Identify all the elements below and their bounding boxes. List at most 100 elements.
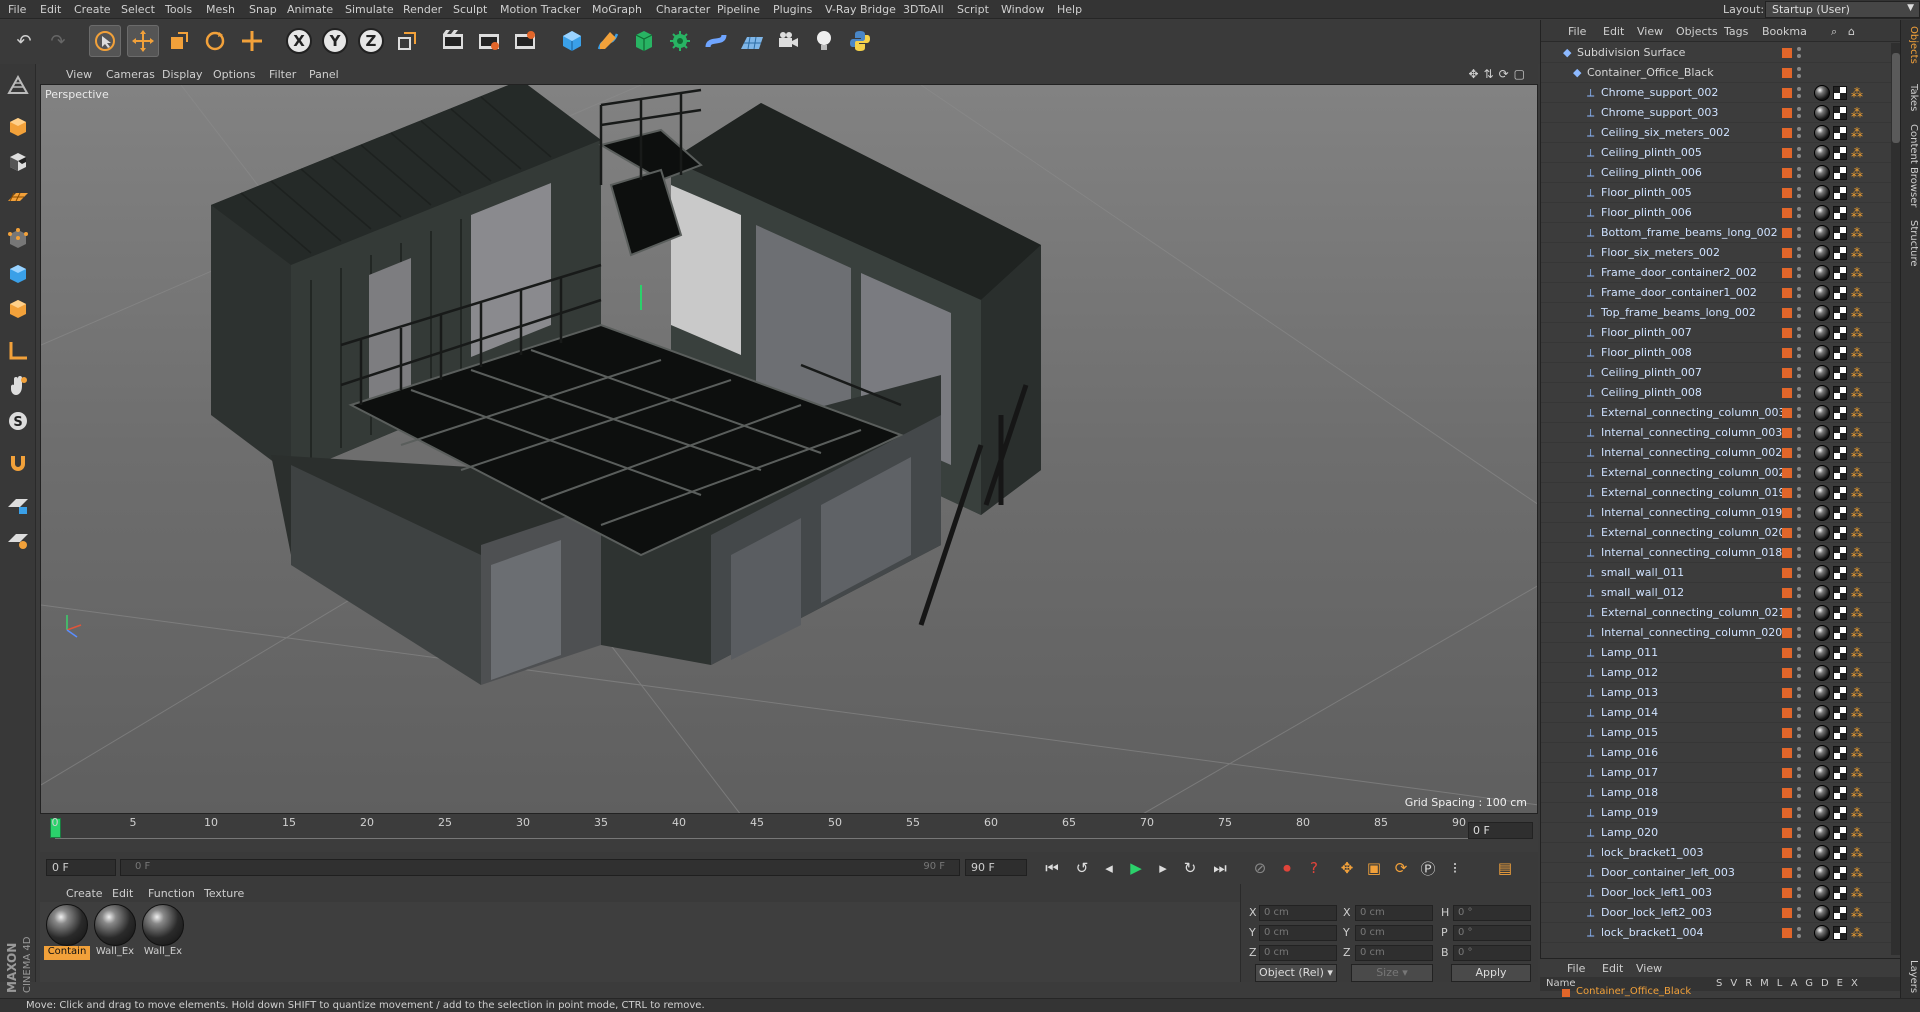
phong-tag-icon[interactable]: ⁂ bbox=[1851, 266, 1865, 280]
frame-range-slider[interactable]: 0 F 90 F bbox=[120, 859, 960, 876]
uvw-tag-icon[interactable] bbox=[1833, 786, 1847, 800]
viewport-navigation-icons[interactable]: ✥⇅⟳▢ bbox=[1468, 67, 1530, 81]
menu-motion-tracker[interactable]: Motion Tracker bbox=[500, 3, 580, 16]
phong-tag-icon[interactable]: ⁂ bbox=[1851, 646, 1865, 660]
layer-color-icon[interactable] bbox=[1782, 128, 1792, 138]
phong-tag-icon[interactable]: ⁂ bbox=[1851, 906, 1865, 920]
uvw-tag-icon[interactable] bbox=[1833, 186, 1847, 200]
object-row[interactable]: ⟂ Chrome_support_003 ⁂ bbox=[1541, 103, 1891, 123]
menu-edit[interactable]: Edit bbox=[40, 3, 61, 16]
uvw-tag-icon[interactable] bbox=[1833, 126, 1847, 140]
layer-color-icon[interactable] bbox=[1782, 768, 1792, 778]
layer-color-icon[interactable] bbox=[1782, 908, 1792, 918]
uvw-tag-icon[interactable] bbox=[1833, 926, 1847, 940]
uvw-tag-icon[interactable] bbox=[1833, 526, 1847, 540]
uvw-tag-icon[interactable] bbox=[1833, 406, 1847, 420]
object-row[interactable]: ⟂ Door_container_left_003 ⁂ bbox=[1541, 863, 1891, 883]
layer-color-icon[interactable] bbox=[1782, 148, 1792, 158]
viewport-menu-display[interactable]: Display bbox=[162, 68, 203, 81]
object-row[interactable]: ⟂ Frame_door_container1_002 ⁂ bbox=[1541, 283, 1891, 303]
phong-tag-icon[interactable]: ⁂ bbox=[1851, 446, 1865, 460]
menu-simulate[interactable]: Simulate bbox=[345, 3, 394, 16]
position-z-field[interactable]: 0 cm bbox=[1259, 945, 1337, 961]
menu-file[interactable]: File bbox=[8, 3, 26, 16]
visibility-dots-icon[interactable] bbox=[1797, 266, 1801, 280]
go-to-end-icon[interactable]: ⏭ bbox=[1208, 856, 1232, 880]
layer-color-icon[interactable] bbox=[1782, 528, 1792, 538]
layer-color-icon[interactable] bbox=[1782, 608, 1792, 618]
record-keys-icon[interactable]: ⊘ bbox=[1248, 856, 1272, 880]
object-row[interactable]: ⟂ Ceiling_plinth_006 ⁂ bbox=[1541, 163, 1891, 183]
layer-color-icon[interactable] bbox=[1782, 928, 1792, 938]
uvw-tag-icon[interactable] bbox=[1833, 906, 1847, 920]
phong-tag-icon[interactable]: ⁂ bbox=[1851, 226, 1865, 240]
keyframe-selection-icon[interactable]: ? bbox=[1302, 856, 1326, 880]
uvw-tag-icon[interactable] bbox=[1833, 646, 1847, 660]
object-row-root[interactable]: ◆ Subdivision Surface bbox=[1541, 43, 1891, 63]
visibility-dots-icon[interactable] bbox=[1797, 906, 1801, 920]
om-menu-file[interactable]: File bbox=[1568, 25, 1586, 38]
object-row[interactable]: ⟂ Frame_door_container2_002 ⁂ bbox=[1541, 263, 1891, 283]
visibility-dots-icon[interactable] bbox=[1797, 346, 1801, 360]
uvw-tag-icon[interactable] bbox=[1833, 146, 1847, 160]
render-view-icon[interactable] bbox=[437, 25, 469, 57]
object-row[interactable]: ⟂ External_connecting_column_003 ⁂ bbox=[1541, 403, 1891, 423]
uvw-tag-icon[interactable] bbox=[1833, 686, 1847, 700]
material-tag-icon[interactable] bbox=[1814, 285, 1830, 301]
layer-row[interactable]: Container_Office_Black bbox=[1540, 987, 1900, 999]
layer-color-icon[interactable] bbox=[1782, 368, 1792, 378]
position-key-icon[interactable]: ✥ bbox=[1335, 856, 1359, 880]
material-menu-texture[interactable]: Texture bbox=[204, 887, 244, 900]
object-row[interactable]: ⟂ Top_frame_beams_long_002 ⁂ bbox=[1541, 303, 1891, 323]
phong-tag-icon[interactable]: ⁂ bbox=[1851, 206, 1865, 220]
phong-tag-icon[interactable]: ⁂ bbox=[1851, 526, 1865, 540]
magnet-icon[interactable] bbox=[3, 448, 33, 478]
layer-color-icon[interactable] bbox=[1782, 848, 1792, 858]
visibility-dots-icon[interactable] bbox=[1797, 546, 1801, 560]
phong-tag-icon[interactable]: ⁂ bbox=[1851, 586, 1865, 600]
uvw-tag-icon[interactable] bbox=[1833, 606, 1847, 620]
uvw-tag-icon[interactable] bbox=[1833, 566, 1847, 580]
phong-tag-icon[interactable]: ⁂ bbox=[1851, 246, 1865, 260]
phong-tag-icon[interactable]: ⁂ bbox=[1851, 566, 1865, 580]
object-row[interactable]: ⟂ small_wall_011 ⁂ bbox=[1541, 563, 1891, 583]
planar-workplane-icon[interactable] bbox=[3, 525, 33, 555]
uvw-tag-icon[interactable] bbox=[1833, 506, 1847, 520]
visibility-dots-icon[interactable] bbox=[1797, 866, 1801, 880]
size-x-field[interactable]: 0 cm bbox=[1355, 905, 1433, 921]
layer-color-icon[interactable] bbox=[1782, 748, 1792, 758]
menu-mesh[interactable]: Mesh bbox=[206, 3, 235, 16]
phong-tag-icon[interactable]: ⁂ bbox=[1851, 426, 1865, 440]
phong-tag-icon[interactable]: ⁂ bbox=[1851, 506, 1865, 520]
object-row[interactable]: ⟂ Ceiling_plinth_005 ⁂ bbox=[1541, 143, 1891, 163]
menu-help[interactable]: Help bbox=[1057, 3, 1082, 16]
material-tag-icon[interactable] bbox=[1814, 205, 1830, 221]
menu-script[interactable]: Script bbox=[957, 3, 989, 16]
uvw-tag-icon[interactable] bbox=[1833, 866, 1847, 880]
home-icon[interactable]: ⌂ bbox=[1848, 25, 1855, 38]
rotation-key-icon[interactable]: ⟳ bbox=[1389, 856, 1413, 880]
visibility-dots-icon[interactable] bbox=[1797, 806, 1801, 820]
y-axis-lock-icon[interactable]: Y bbox=[319, 25, 351, 57]
om-menu-objects[interactable]: Objects bbox=[1676, 25, 1718, 38]
object-row[interactable]: ⟂ Lamp_014 ⁂ bbox=[1541, 703, 1891, 723]
live-selection-icon[interactable] bbox=[89, 25, 121, 57]
layer-color-icon[interactable] bbox=[1782, 228, 1792, 238]
material-tag-icon[interactable] bbox=[1814, 305, 1830, 321]
visibility-dots-icon[interactable] bbox=[1797, 666, 1801, 680]
material-tag-icon[interactable] bbox=[1814, 845, 1830, 861]
visibility-dots-icon[interactable] bbox=[1797, 426, 1801, 440]
light-icon[interactable] bbox=[808, 25, 840, 57]
layer-color-icon[interactable] bbox=[1782, 568, 1792, 578]
size-y-field[interactable]: 0 cm bbox=[1355, 925, 1433, 941]
layer-color-icon[interactable] bbox=[1782, 348, 1792, 358]
phong-tag-icon[interactable]: ⁂ bbox=[1851, 626, 1865, 640]
phong-tag-icon[interactable]: ⁂ bbox=[1851, 666, 1865, 680]
visibility-dots-icon[interactable] bbox=[1797, 746, 1801, 760]
layer-color-icon[interactable] bbox=[1782, 88, 1792, 98]
visibility-dots-icon[interactable] bbox=[1797, 586, 1801, 600]
phong-tag-icon[interactable]: ⁂ bbox=[1851, 126, 1865, 140]
material-tag-icon[interactable] bbox=[1814, 785, 1830, 801]
object-row[interactable]: ⟂ Lamp_012 ⁂ bbox=[1541, 663, 1891, 683]
axis-mode-icon[interactable] bbox=[3, 336, 33, 366]
